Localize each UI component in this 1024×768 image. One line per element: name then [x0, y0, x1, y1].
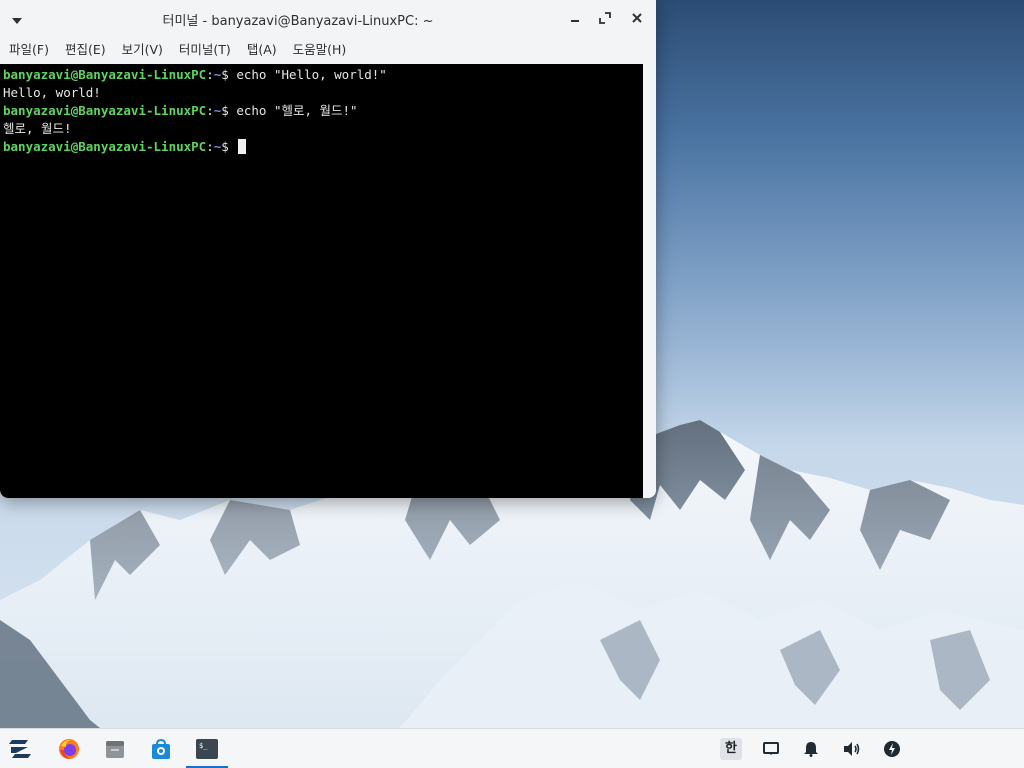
- terminal-output[interactable]: banyazavi@Banyazavi-LinuxPC:~$ echo "Hel…: [0, 64, 643, 498]
- command-text: echo "헬로, 월드!": [228, 103, 358, 118]
- notification-bell-icon[interactable]: [802, 739, 820, 759]
- power-icon[interactable]: [882, 739, 902, 759]
- window-title: 터미널 - banyazavi@Banyazavi-LinuxPC: ~: [162, 14, 434, 29]
- command-text: echo "Hello, world!": [228, 67, 387, 82]
- taskbar: $_ 한: [0, 728, 1024, 768]
- terminal-line: 헬로, 월드!: [3, 121, 72, 136]
- prompt-symbol: $: [221, 67, 229, 82]
- menu-file[interactable]: 파일(F): [0, 36, 57, 64]
- maximize-icon: [599, 12, 611, 24]
- menu-view[interactable]: 보기(V): [114, 36, 171, 64]
- display-icon[interactable]: [762, 739, 780, 759]
- terminal-line: banyazavi@Banyazavi-LinuxPC:~$ echo "헬로,…: [3, 103, 358, 118]
- terminal-line: banyazavi@Banyazavi-LinuxPC:~$: [3, 138, 640, 156]
- software-store-icon[interactable]: [149, 737, 173, 761]
- maximize-button[interactable]: [597, 10, 613, 26]
- prompt-user: banyazavi@Banyazavi-LinuxPC: [3, 103, 207, 118]
- menu-tabs[interactable]: 탭(A): [239, 36, 285, 64]
- menu-help[interactable]: 도움말(H): [285, 36, 355, 64]
- prompt-symbol: $: [221, 139, 229, 154]
- terminal-icon[interactable]: $_: [195, 737, 219, 761]
- prompt-user: banyazavi@Banyazavi-LinuxPC: [3, 139, 207, 154]
- svg-text:$_: $_: [199, 742, 208, 750]
- menu-edit[interactable]: 편집(E): [57, 36, 114, 64]
- prompt-symbol: $: [221, 103, 229, 118]
- scrollbar[interactable]: [643, 64, 656, 498]
- terminal-window: 터미널 - banyazavi@Banyazavi-LinuxPC: ~ 파일(…: [0, 0, 656, 498]
- window-titlebar[interactable]: 터미널 - banyazavi@Banyazavi-LinuxPC: ~: [0, 0, 656, 36]
- prompt-user: banyazavi@Banyazavi-LinuxPC: [3, 67, 207, 82]
- firefox-icon[interactable]: [57, 737, 81, 761]
- menu-terminal[interactable]: 터미널(T): [171, 36, 239, 64]
- files-icon[interactable]: [103, 737, 127, 761]
- close-button[interactable]: [629, 10, 645, 26]
- minimize-icon: [571, 20, 579, 22]
- text-cursor: [238, 139, 247, 154]
- menu-bar: 파일(F) 편집(E) 보기(V) 터미널(T) 탭(A) 도움말(H): [0, 36, 656, 64]
- close-icon: [632, 13, 642, 23]
- terminal-line: banyazavi@Banyazavi-LinuxPC:~$ echo "Hel…: [3, 67, 387, 82]
- minimize-button[interactable]: [567, 10, 583, 26]
- zorin-menu-icon[interactable]: [8, 737, 32, 761]
- terminal-line: Hello, world!: [3, 85, 101, 100]
- input-method-indicator[interactable]: 한: [720, 738, 742, 760]
- volume-icon[interactable]: [842, 739, 862, 759]
